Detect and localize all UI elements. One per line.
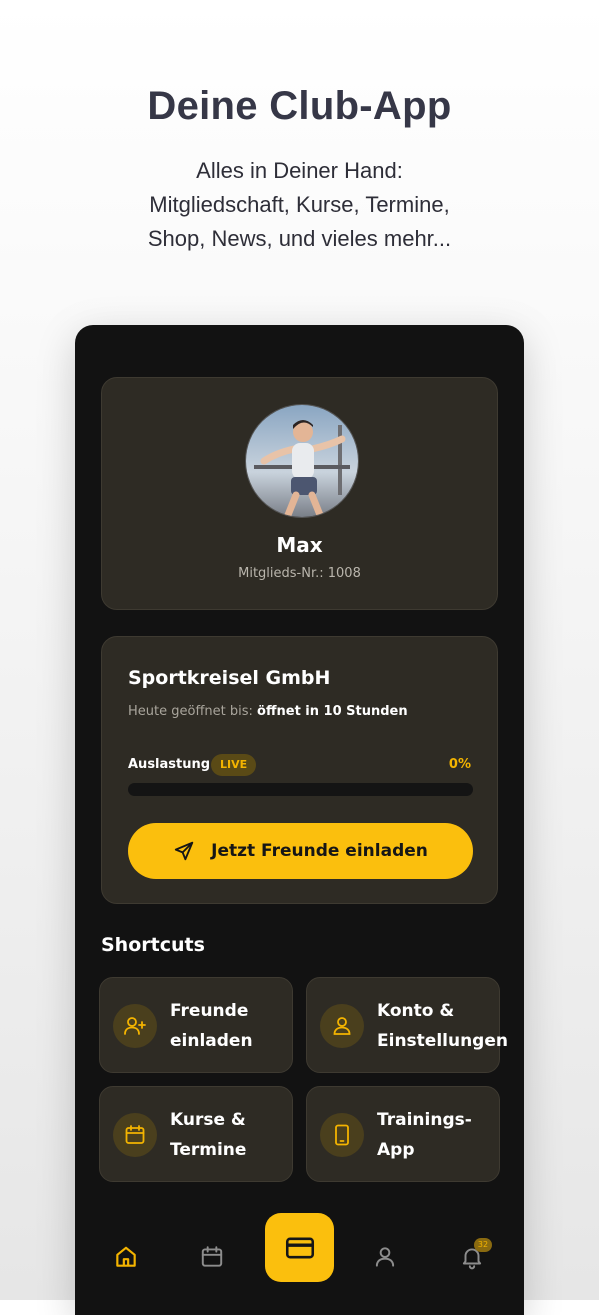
bottom-navigation: 32: [75, 1213, 524, 1293]
shortcut-account-settings[interactable]: Konto & Einstellungen: [306, 977, 508, 1073]
live-badge: LIVE: [211, 754, 257, 776]
calendar-icon: [201, 1246, 223, 1267]
send-icon: [174, 841, 194, 861]
club-card: Sportkreisel GmbH Heute geöffnet bis: öf…: [101, 636, 498, 904]
notification-badge: 32: [474, 1238, 492, 1252]
subtitle-line: Shop, News, und vieles mehr...: [147, 226, 452, 251]
calendar-icon: [125, 1125, 145, 1144]
shortcut-label-line: einladen: [170, 1031, 253, 1051]
opening-hours: Heute geöffnet bis: öffnet in 10 Stunden: [128, 704, 408, 719]
member-number: Mitglieds-Nr.: 1008: [238, 566, 361, 581]
avatar[interactable]: [245, 404, 359, 518]
subtitle-line: Alles in Deiner Hand:: [196, 158, 403, 183]
shortcuts-heading: Shortcuts: [101, 934, 205, 956]
user-icon: [375, 1247, 395, 1267]
shortcut-invite-friends[interactable]: Freunde einladen: [99, 977, 293, 1073]
page-subtitle: Alles in Deiner Hand: Mitgliedschaft, Ku…: [0, 154, 599, 256]
card-icon: [285, 1237, 314, 1258]
shortcut-label-line: Trainings-: [377, 1110, 472, 1130]
shortcut-label: Konto & Einstellungen: [377, 996, 508, 1056]
nav-notifications[interactable]: 32: [452, 1237, 492, 1277]
phone-screen: Max Mitglieds-Nr.: 1008 Sportkreisel Gmb…: [75, 325, 524, 1315]
avatar-photo: [246, 405, 358, 517]
invite-friends-button[interactable]: Jetzt Freunde einladen: [128, 823, 473, 879]
shortcut-label-line: Termine: [170, 1140, 247, 1160]
nav-membership-card[interactable]: [265, 1213, 334, 1282]
nav-profile[interactable]: [365, 1237, 405, 1277]
opening-label: Heute geöffnet bis:: [128, 704, 253, 719]
nav-home[interactable]: [106, 1237, 146, 1277]
shortcut-training-app[interactable]: Trainings- App: [306, 1086, 500, 1182]
shortcut-label: Freunde einladen: [170, 996, 253, 1056]
club-name: Sportkreisel GmbH: [128, 667, 331, 689]
opening-value: öffnet in 10 Stunden: [257, 704, 408, 719]
user-plus-icon: [124, 1017, 146, 1035]
occupancy-percent: 0%: [448, 757, 471, 772]
occupancy-label: Auslastung: [128, 757, 211, 772]
home-icon: [116, 1246, 136, 1267]
subtitle-line: Mitgliedschaft, Kurse, Termine,: [149, 192, 450, 217]
shortcut-label-line: Kurse &: [170, 1110, 246, 1130]
invite-friends-label: Jetzt Freunde einladen: [211, 841, 428, 861]
profile-card[interactable]: Max Mitglieds-Nr.: 1008: [101, 377, 498, 610]
shortcut-label-line: App: [377, 1140, 415, 1160]
nav-calendar[interactable]: [192, 1237, 232, 1277]
shortcut-label-line: Freunde: [170, 1001, 249, 1021]
page-title: Deine Club-App: [147, 84, 452, 128]
shortcut-label: Trainings- App: [377, 1105, 472, 1165]
profile-name: Max: [276, 533, 323, 557]
user-icon: [333, 1017, 351, 1035]
occupancy-progress-bar: [128, 783, 473, 796]
shortcut-label-line: Einstellungen: [377, 1031, 508, 1051]
shortcut-label: Kurse & Termine: [170, 1105, 246, 1165]
shortcut-label-line: Konto &: [377, 1001, 455, 1021]
smartphone-icon: [335, 1124, 349, 1146]
shortcut-courses-dates[interactable]: Kurse & Termine: [99, 1086, 293, 1182]
